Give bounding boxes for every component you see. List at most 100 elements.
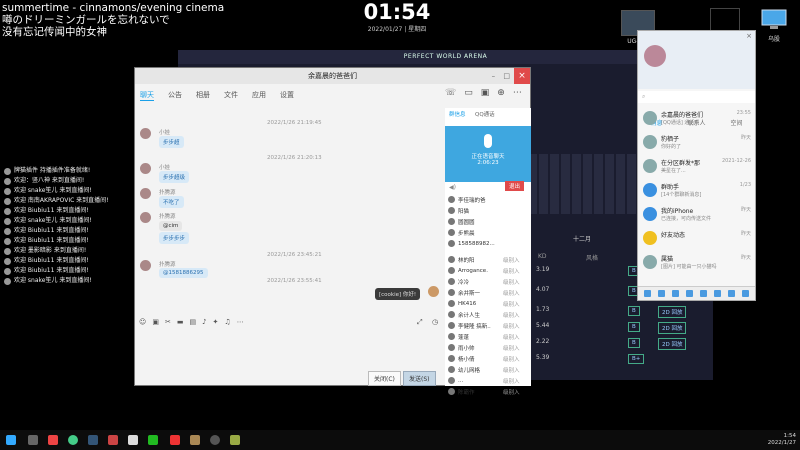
list-item[interactable]: 圆圆圆 [445,216,531,227]
list-item[interactable]: 蓬蓬 级别入 [445,331,531,342]
game-icon[interactable] [700,290,707,297]
app-icon[interactable] [108,435,118,445]
folder-icon[interactable] [128,435,138,445]
expand-icon[interactable]: ⤢ [417,318,423,327]
list-item[interactable]: 陈霸作 级别入 [445,386,531,397]
tray-time: 1:54 [783,433,796,439]
tab-album[interactable]: 相册 [196,90,210,101]
list-item[interactable]: 李佳瑞的爸 [445,194,531,205]
rank-badge: B [628,338,640,348]
list-item[interactable]: 幼儿网格 级别入 [445,364,531,375]
list-item[interactable]: 余计人生 级别入 [445,309,531,320]
list-item[interactable]: 步熊晨 [445,227,531,238]
desktop-icon-computer[interactable]: 乌股 [754,8,794,43]
tab-notice[interactable]: 公告 [168,90,182,101]
list-item[interactable]: HK416 级别入 [445,298,531,309]
music-icon[interactable] [672,290,679,297]
list-item[interactable]: 阳猫 [445,205,531,216]
list-item[interactable]: ... 级别入 [445,375,531,386]
game-app-icon[interactable] [28,435,38,445]
list-item[interactable]: 属猫 [图片] 可能由一只小猫吗 昨天 [638,250,755,274]
list-item[interactable]: 余嘉晨的爸爸们 [QQ通话] 通话中 23:55 [638,106,755,130]
list-item[interactable]: 余并斯一 级别入 [445,287,531,298]
tab-chat[interactable]: 聊天 [140,90,154,101]
obs-icon[interactable] [210,435,220,445]
message-bubble[interactable]: [cookie] 你好! [375,288,421,300]
tab-qq-call[interactable]: QQ通话 [475,110,495,118]
image-icon[interactable]: ▤ [189,318,196,326]
wechat-icon[interactable] [148,435,158,445]
replay-button[interactable]: 2D 回放 [658,322,687,334]
avatar[interactable] [644,45,666,67]
share-icon[interactable]: ▣ [481,88,490,98]
list-item[interactable]: 雨小帅 级别入 [445,342,531,353]
list-item[interactable]: 好友动态 昨天 [638,226,755,250]
tab-group-info[interactable]: 群信息 [449,110,466,118]
message-bubble[interactable]: 步步超级 [159,171,190,183]
close-icon[interactable]: × [514,68,530,84]
more-icon[interactable]: ⋯ [513,88,522,98]
music-icon[interactable]: ♪ [202,318,206,326]
window-title: 余嘉晨的爸爸们 [135,68,530,84]
mic-icon[interactable]: ♫ [224,318,230,326]
history-icon[interactable]: ◷ [432,318,438,326]
list-item[interactable]: 豹栖子 你好的了 昨天 [638,130,755,154]
list-item[interactable]: 李健隆 搞新.. 级别入 [445,320,531,331]
star-icon[interactable] [728,290,735,297]
avatar [448,207,455,214]
search-input[interactable]: ⌕ [638,91,755,103]
list-item[interactable]: Arrogance. 级别入 [445,265,531,276]
message-input[interactable] [137,330,443,366]
steam-icon[interactable] [88,435,98,445]
replay-button[interactable]: 2D 回放 [658,338,687,350]
avatar [4,267,11,275]
message-bubble[interactable]: @cim [159,221,183,231]
emoji-icon[interactable]: ☺ [139,318,146,326]
mail-icon[interactable] [686,290,693,297]
speaker-icon[interactable]: ◀) [449,184,456,191]
list-item[interactable]: 群助手 [14个群聊新消息] 1/23 [638,178,755,202]
message-bubble[interactable]: 步步超 [159,136,184,148]
minimize-icon[interactable]: – [492,72,496,80]
file-icon[interactable] [658,290,665,297]
send-button[interactable]: 发送(S) [403,371,436,386]
menu-icon[interactable] [644,290,651,297]
scissors-icon[interactable]: ✂ [165,318,171,326]
tab-settings[interactable]: 设置 [280,90,294,101]
sender-name: 扑腾源 [159,214,176,220]
list-item[interactable]: 158588982... [445,238,531,249]
message-bubble[interactable]: @1581886295 [159,268,208,278]
phone-icon[interactable]: ☏ [445,88,456,98]
grid-icon[interactable] [742,290,749,297]
tab-apps[interactable]: 应用 [252,90,266,101]
list-item[interactable]: 在分区群发*那 美星在了... 2021-12-26 [638,154,755,178]
chrome-icon[interactable] [68,435,78,445]
list-item[interactable]: 杨小倩 级别入 [445,353,531,364]
gif-icon[interactable]: ▣ [152,318,159,326]
message-bubble[interactable]: 不吃了 [159,196,184,208]
app-icon[interactable] [230,435,240,445]
gift-icon[interactable] [714,290,721,297]
windows-start-icon[interactable] [6,435,16,445]
app-icon[interactable] [48,435,58,445]
message-bubble[interactable]: 步步步步 [159,232,190,244]
system-tray-clock[interactable]: 1:54 2022/1/27 [768,433,796,447]
close-icon[interactable]: × [746,32,752,40]
video-icon[interactable]: ▭ [464,88,473,98]
song-overlay: summertime - cinnamons/evening cinema 噂の… [2,2,224,38]
replay-button[interactable]: 2D 回放 [658,306,687,318]
avatar [643,255,657,269]
add-icon[interactable]: ⊕ [497,88,505,98]
maximize-icon[interactable]: □ [503,72,510,80]
list-item[interactable]: 林的阳 级别入 [445,254,531,265]
netease-music-icon[interactable] [170,435,180,445]
shake-icon[interactable]: ✦ [213,318,219,326]
close-button[interactable]: 关闭(C) [368,371,401,386]
list-item[interactable]: 我的iPhone 已连接，可向传送文件 昨天 [638,202,755,226]
tab-files[interactable]: 文件 [224,90,238,101]
end-call-button[interactable]: 退出 [505,181,525,191]
list-item[interactable]: 冷冷 级别入 [445,276,531,287]
folder-icon[interactable]: ▬ [177,318,184,326]
more-tools-icon[interactable]: ⋯ [237,318,244,326]
game-icon[interactable] [190,435,200,445]
